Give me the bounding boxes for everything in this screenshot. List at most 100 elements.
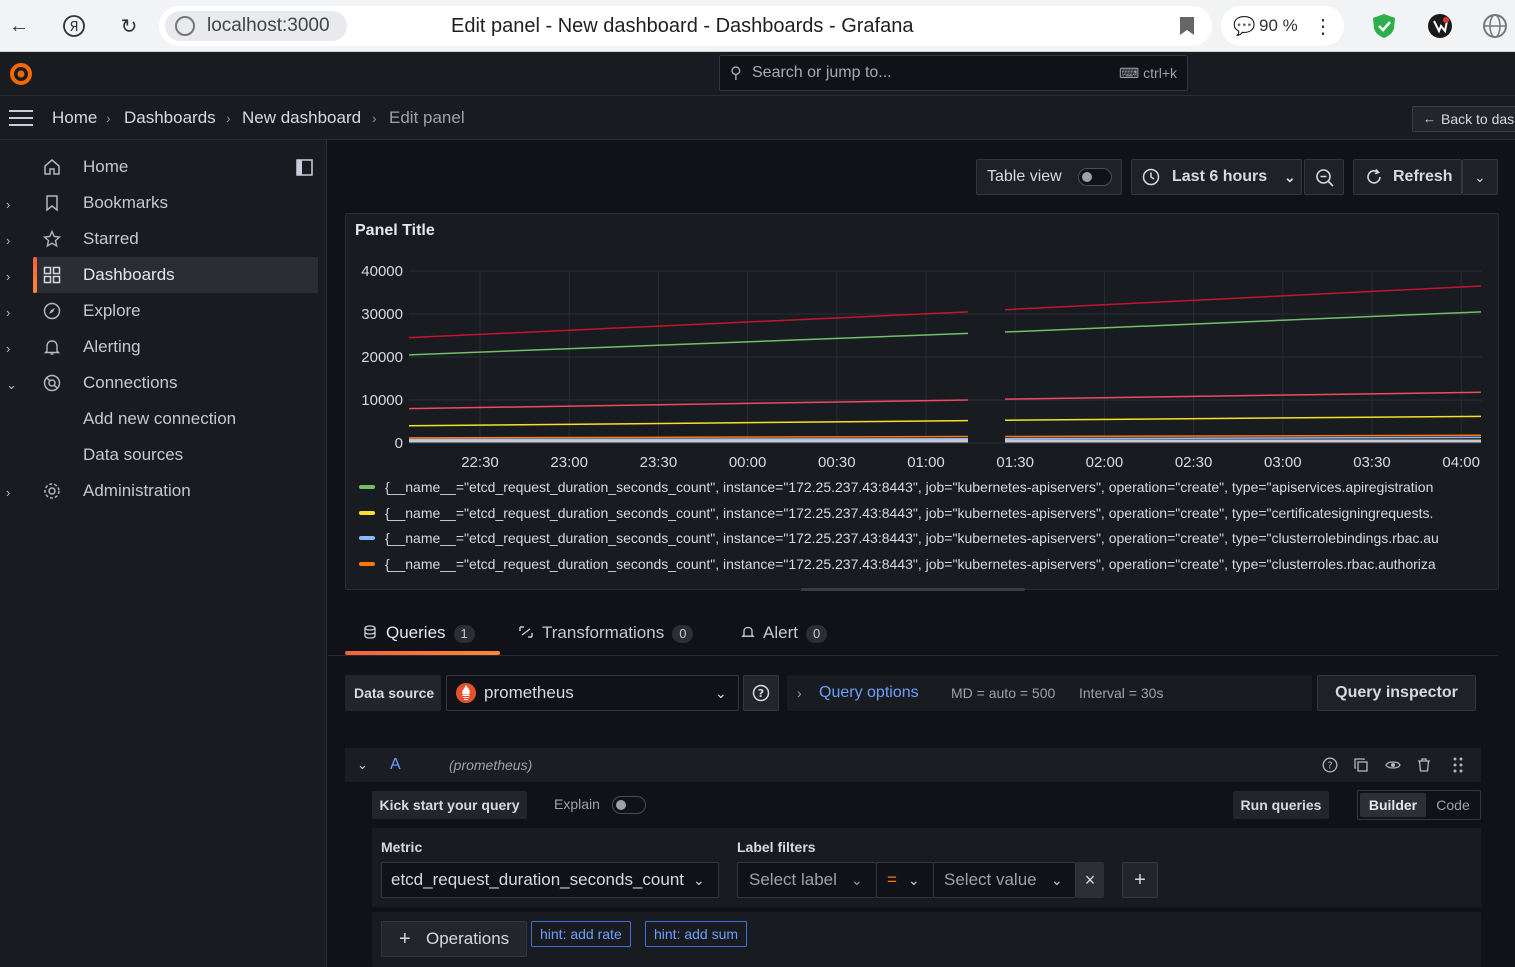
eye-icon[interactable] [1385,757,1401,773]
query-inspector-button[interactable]: Query inspector [1317,675,1476,711]
sidebar-item-bookmarks[interactable]: Bookmarks [33,185,318,221]
hint-add-rate-button[interactable]: hint: add rate [531,921,631,947]
plus-icon: + [399,928,411,950]
yandex-icon[interactable]: Я [60,12,88,40]
kick-start-button[interactable]: Kick start your query [372,791,527,819]
time-series-chart[interactable]: 40000 30000 20000 10000 0 22:30 23:00 23:30 00:0… [346,254,1498,479]
x-tick-label: 00:00 [729,454,767,471]
breadcrumb-dashboards[interactable]: Dashboards [124,96,216,140]
tab-queries[interactable]: Queries 1 [364,612,475,654]
tab-label: Transformations [542,623,665,642]
tab-alert[interactable]: Alert 0 [741,612,828,654]
code-mode-button[interactable]: Code [1428,793,1478,817]
run-queries-button[interactable]: Run queries [1233,791,1329,819]
globe-icon[interactable] [1481,12,1509,40]
chevron-down-icon[interactable]: ⌄ [6,377,18,392]
sidebar-item-add-new-connection[interactable]: Add new connection [33,401,318,437]
table-view-switch[interactable] [1078,168,1112,186]
table-view-toggle[interactable]: Table view [976,159,1122,195]
chevron-right-icon[interactable]: › [6,233,18,248]
drag-handle-icon[interactable] [1453,757,1463,773]
zoom-out-button[interactable] [1304,159,1344,195]
svg-text:?: ? [1327,761,1332,772]
refresh-interval-button[interactable]: ⌄ [1462,159,1498,195]
breadcrumb-home[interactable]: Home [52,96,97,140]
remove-filter-button[interactable]: × [1076,862,1104,898]
query-row-header[interactable]: ⌄ A (prometheus) ? [345,748,1481,782]
select-label-dropdown[interactable]: Select label ⌄ [737,862,876,898]
sidebar-item-connections[interactable]: Connections [33,365,318,401]
sidebar-item-alerting[interactable]: Alerting [33,329,318,365]
select-value-dropdown[interactable]: Select value ⌄ [933,862,1076,898]
sidebar-item-data-sources[interactable]: Data sources [33,437,318,473]
back-to-dashboard-button[interactable]: ← Back to das [1412,106,1515,132]
operator-dropdown[interactable]: = ⌄ [876,862,933,898]
chevron-right-icon[interactable]: › [6,197,18,212]
svg-text:?: ? [758,687,764,700]
sidebar-item-explore[interactable]: Explore [33,293,318,329]
legend-item[interactable]: {__name__="etcd_request_duration_seconds… [359,502,1494,526]
sidebar-item-home[interactable]: Home [33,149,318,185]
chevron-right-icon[interactable]: › [6,305,18,320]
query-options-label[interactable]: Query options [819,675,919,711]
copy-icon[interactable] [1353,757,1369,773]
x-tick-label: 22:30 [461,454,499,471]
more-vert-icon[interactable]: ⋮ [1309,12,1337,40]
panel[interactable]: Panel Title 40000 30000 20000 10000 0 22:30 23… [345,213,1499,591]
x-tick-label: 02:00 [1086,454,1124,471]
query-ref-id[interactable]: A [390,748,401,782]
extension-icon[interactable] [1426,12,1454,40]
back-button-label: Back to das [1441,111,1515,127]
site-info-icon[interactable] [175,16,195,36]
add-filter-button[interactable]: + [1122,862,1158,898]
sidebar-item-label: Bookmarks [83,193,169,212]
breadcrumb-new-dashboard[interactable]: New dashboard [242,96,361,140]
back-arrow-icon[interactable]: ← [5,12,33,40]
bookmark-icon[interactable] [1180,17,1194,35]
sidebar-item-starred[interactable]: Starred [33,221,318,257]
address-bar[interactable]: localhost:3000 Edit panel - New dashboar… [159,6,1212,46]
query-options-bar[interactable]: › Query options MD = auto = 500 Interval… [787,675,1312,711]
grafana-logo-icon[interactable] [8,61,34,87]
sidebar-item-label: Administration [83,481,191,500]
trash-icon[interactable] [1416,757,1432,773]
reload-icon[interactable]: ↻ [115,12,143,40]
question-circle-icon[interactable]: ? [1322,757,1338,773]
bell-icon [741,625,755,639]
url-chip[interactable]: localhost:3000 [165,11,347,41]
chevron-down-icon: ⌄ [851,872,863,888]
panel-title: Panel Title [355,222,435,239]
explain-toggle[interactable] [612,796,646,814]
y-tick-label: 10000 [361,392,403,409]
search-input[interactable]: ⚲ Search or jump to... ⌨ ctrl+k [719,55,1188,91]
add-operation-button[interactable]: + Operations [381,921,527,957]
chat-bubble-icon: 💬 [1233,16,1256,36]
explain-label: Explain [554,796,600,812]
refresh-button[interactable]: Refresh [1353,159,1462,195]
menu-icon[interactable] [9,110,33,126]
sidebar-item-administration[interactable]: Administration [33,473,318,509]
legend-item[interactable]: {__name__="etcd_request_duration_seconds… [359,476,1494,500]
chevron-right-icon[interactable]: › [6,341,18,356]
sidebar-item-dashboards[interactable]: Dashboards [33,257,318,293]
series-line [408,435,969,439]
hint-add-sum-button[interactable]: hint: add sum [645,921,748,947]
x-tick-label: 04:00 [1442,454,1480,471]
series-line [408,437,969,441]
chevron-right-icon[interactable]: › [6,485,18,500]
legend-item[interactable]: {__name__="etcd_request_duration_seconds… [359,553,1494,577]
shield-icon[interactable] [1370,12,1398,40]
panel-resize-handle[interactable] [801,588,1025,591]
builder-mode-button[interactable]: Builder [1360,793,1426,817]
metric-select[interactable]: etcd_request_duration_seconds_count ⌄ [381,862,719,898]
data-source-help-button[interactable]: ? [743,675,779,711]
chevron-right-icon[interactable]: › [6,269,18,284]
sidebar-item-label: Data sources [83,445,184,464]
data-source-picker[interactable]: prometheus ⌄ [446,675,739,711]
x-tick-label: 03:00 [1264,454,1302,471]
tab-transformations[interactable]: Transformations 0 [518,612,694,654]
time-range-picker[interactable]: Last 6 hours ⌄ [1131,159,1302,195]
legend-item[interactable]: {__name__="etcd_request_duration_seconds… [359,527,1494,551]
chevron-down-icon[interactable]: ⌄ [357,748,368,782]
home-icon [43,158,61,176]
